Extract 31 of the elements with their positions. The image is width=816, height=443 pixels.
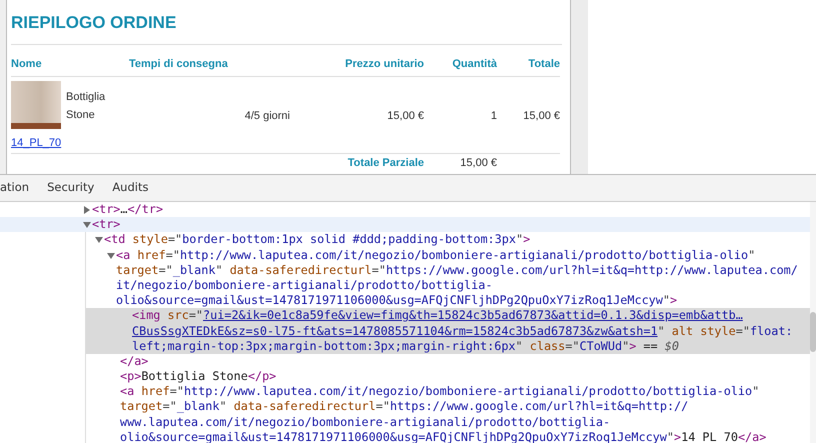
column-header: Tempi di consegna <box>129 45 297 77</box>
devtools-tab[interactable]: ation <box>0 175 38 201</box>
devtools-tab[interactable]: Security <box>38 175 104 201</box>
quantity: 1 <box>490 110 497 124</box>
photo-placeholder <box>11 81 61 129</box>
dom-node[interactable]: <tr>…</tr> <box>0 202 810 218</box>
unit-price: 15,00 € <box>386 110 424 124</box>
dom-node[interactable]: <a href="http://www.laputea.com/it/negozio/bomboniere-artigianali/prodotto/bottiglia-olio" target="_blank" data-saferedirecturl="https://www.google.com/url?hl=it&q=http://www.laputea.com/ it/negozio/bomboniere-artigianali/prodotto/bottiglia- olio&source=gmail&ust=1478171971106000&usg=AFQjCNFljhDPg2QpuOxY7izRoq1JeMccyw"> <box>86 248 810 308</box>
dom-node[interactable]: <a href="http://www.laputea.com/it/negozio/bomboniere-artigianali/prodotto/bottiglia-olio" target="_blank" data-saferedirecturl="https://www.google.com/url?hl=it&q=http:// www.laputea.com/it/negozio/bomboniere-artigianali/prodotto/bottiglia- olio&source=gmail&ust=1478171971106000&usg=AFQjCNFljhDPg2QpuOxY7izRoq1JeMccyw">14_PL_70</a> <box>86 384 810 443</box>
dom-node[interactable]: <tr> <box>0 217 810 232</box>
line-total: 15,00 € <box>522 110 560 124</box>
subtotal-label: Totale Parziale <box>346 156 424 169</box>
order-summary-title: RIEPILOGO ORDINE <box>11 0 562 45</box>
scrollbar[interactable] <box>810 202 816 443</box>
dom-node[interactable]: <td style="border-bottom:1px solid #ddd;padding-bottom:3px"> <box>86 232 810 248</box>
column-header: Prezzo unitario <box>297 45 424 77</box>
collapsed-triangle-icon[interactable] <box>83 206 91 214</box>
product-code-link[interactable]: 14_PL_70 <box>11 137 62 149</box>
expanded-triangle-icon[interactable] <box>95 236 103 244</box>
subtotal-value: 15,00 € <box>459 156 497 169</box>
column-header: Nome <box>11 45 129 77</box>
delivery-time: 4/5 giorni <box>244 110 291 124</box>
expanded-triangle-icon[interactable] <box>107 252 115 260</box>
dom-node[interactable]: <img src="?ui=2&ik=0e1c8a59fe&view=fimg&th=15824c3b5ad67873&attid=0.1.3&disp=emb&attb… CBusSsgXTEDkE&sz=s0-l75-ft&ats=1478085571104&rm=15824c3b5ad67873&zw&atsh=1" alt style="float: left;margin-top:3px;margin-bottom:3px;margin-right:6px" class="CToWUd"> == $0 <box>86 308 810 354</box>
column-header: Totale <box>497 45 560 77</box>
dom-node[interactable]: </a> <box>86 354 810 370</box>
expanded-triangle-icon[interactable] <box>83 221 91 230</box>
column-header: Quantità <box>424 45 497 77</box>
dom-node[interactable]: <p>Bottiglia Stone</p> <box>86 369 810 384</box>
devtools-tab[interactable]: Audits <box>103 175 158 201</box>
product-name: Bottiglia Stone <box>66 90 106 123</box>
